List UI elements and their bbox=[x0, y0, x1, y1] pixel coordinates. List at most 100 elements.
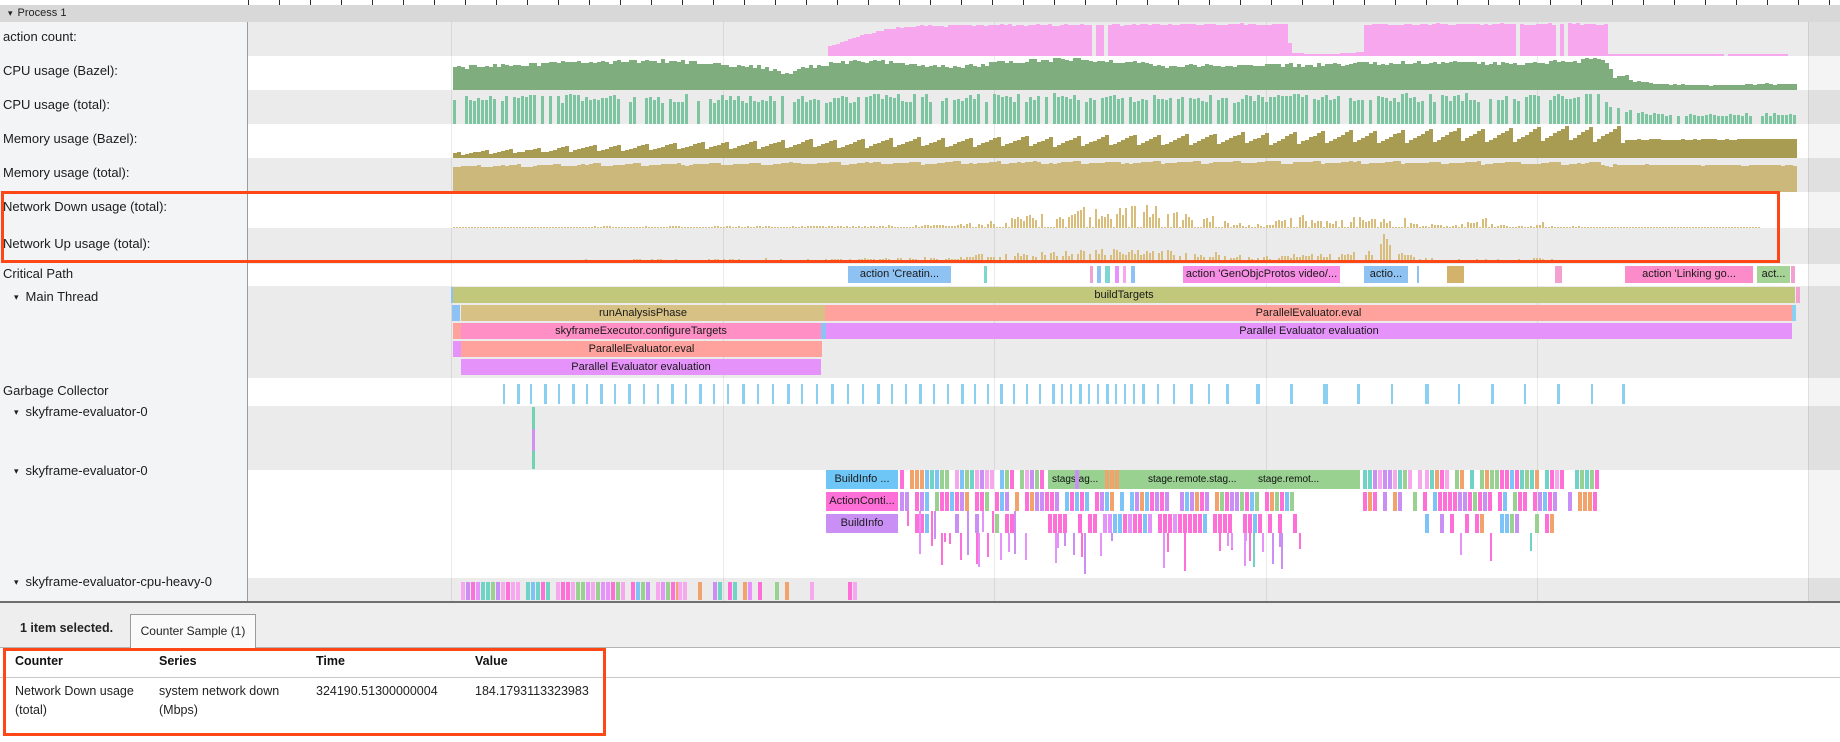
track-label[interactable]: Garbage Collector bbox=[3, 383, 109, 398]
span-tick bbox=[935, 492, 939, 511]
critical-path-span[interactable] bbox=[1105, 266, 1110, 283]
collapse-arrow-icon[interactable]: ▾ bbox=[14, 292, 19, 302]
trace-span-chip[interactable]: BuildInfo bbox=[826, 514, 898, 533]
track-label[interactable]: Memory usage (total): bbox=[3, 165, 129, 180]
track-label[interactable]: CPU usage (Bazel): bbox=[3, 63, 118, 78]
counter-bar bbox=[1441, 95, 1444, 124]
span-tick bbox=[1518, 492, 1522, 511]
track-label[interactable]: ▾skyframe-evaluator-cpu-heavy-0 bbox=[14, 574, 212, 589]
critical-path-span[interactable] bbox=[1090, 266, 1093, 283]
counter-bar bbox=[1225, 98, 1228, 124]
span-tick bbox=[1088, 514, 1092, 533]
main-thread-span[interactable]: Parallel Evaluator evaluation bbox=[826, 323, 1792, 339]
hanging-spike bbox=[1490, 533, 1492, 561]
track-label-text: action count: bbox=[3, 29, 77, 44]
track-label[interactable]: ▾Main Thread bbox=[14, 289, 98, 304]
span-tick bbox=[1035, 492, 1039, 511]
collapse-arrow-icon[interactable]: ▾ bbox=[14, 466, 19, 476]
critical-path-span[interactable]: action 'Creatin... bbox=[848, 266, 951, 283]
critical-path-span[interactable] bbox=[1097, 266, 1101, 283]
critical-path-span[interactable]: action 'Linking go... bbox=[1625, 266, 1753, 283]
span-tick bbox=[1105, 470, 1109, 489]
track-label[interactable]: Memory usage (Bazel): bbox=[3, 131, 137, 146]
gc-tick bbox=[628, 384, 631, 404]
counter-bar bbox=[1377, 96, 1380, 124]
collapse-arrow-icon[interactable]: ▾ bbox=[14, 407, 19, 417]
span-tick bbox=[1403, 470, 1407, 489]
span-tick bbox=[1290, 492, 1294, 511]
critical-path-span[interactable] bbox=[1447, 266, 1464, 283]
main-thread-span[interactable]: ParallelEvaluator.eval bbox=[825, 305, 1792, 321]
counter-bar bbox=[1165, 100, 1168, 124]
counter-bar bbox=[1589, 94, 1592, 124]
critical-path-span[interactable]: action 'GenObjcProtos video/... bbox=[1183, 266, 1340, 283]
main-thread-span[interactable]: skyframeExecutor.configureTargets bbox=[461, 323, 821, 339]
main-thread-span[interactable]: ParallelEvaluator.eval bbox=[461, 341, 822, 357]
span-tick bbox=[616, 582, 620, 600]
main-thread-span[interactable]: runAnalysisPhase bbox=[461, 305, 825, 321]
counter-bar bbox=[1201, 101, 1204, 124]
counter-bar bbox=[1261, 97, 1264, 124]
counter-bar bbox=[745, 103, 748, 124]
counter-bar bbox=[613, 95, 616, 124]
main-thread-span[interactable] bbox=[452, 305, 460, 321]
track-label[interactable]: Critical Path bbox=[3, 266, 73, 281]
span-tick bbox=[1093, 514, 1097, 533]
counter-bar bbox=[1609, 107, 1612, 124]
span-tick bbox=[1553, 492, 1557, 511]
track-action-count[interactable] bbox=[248, 22, 1840, 56]
counter-bar bbox=[525, 97, 528, 124]
main-thread-span[interactable] bbox=[1792, 305, 1796, 321]
span-tick bbox=[1198, 514, 1202, 533]
counter-bar bbox=[541, 96, 544, 124]
collapse-arrow-icon[interactable]: ▾ bbox=[14, 577, 19, 587]
critical-path-span[interactable] bbox=[1131, 266, 1135, 283]
track-cpu-usage-total[interactable] bbox=[248, 90, 1840, 124]
counter-bar bbox=[1100, 25, 1104, 56]
counter-bar bbox=[609, 96, 612, 124]
counter-bar bbox=[505, 96, 508, 124]
critical-path-span[interactable]: actio... bbox=[1364, 266, 1408, 283]
gc-tick bbox=[1088, 384, 1090, 404]
critical-path-span[interactable] bbox=[1123, 266, 1126, 283]
critical-path-span[interactable] bbox=[984, 266, 987, 283]
critical-path-span[interactable] bbox=[1417, 266, 1419, 283]
main-thread-span[interactable] bbox=[453, 323, 461, 339]
main-thread-span[interactable] bbox=[1796, 287, 1800, 303]
track-label[interactable]: CPU usage (total): bbox=[3, 97, 110, 112]
collapse-arrow-icon[interactable]: ▾ bbox=[8, 5, 13, 22]
tab-counter-sample[interactable]: Counter Sample (1) bbox=[130, 614, 256, 648]
critical-path-span[interactable] bbox=[1555, 266, 1562, 283]
span-tick bbox=[1025, 492, 1029, 511]
span-tick bbox=[1168, 514, 1172, 533]
main-thread-span[interactable]: Parallel Evaluator evaluation bbox=[461, 359, 821, 375]
counter-bar bbox=[1237, 102, 1240, 124]
span-tick bbox=[1005, 470, 1009, 489]
track-label[interactable]: ▾skyframe-evaluator-0 bbox=[14, 404, 148, 419]
trace-span-chip[interactable]: ActionConti... bbox=[826, 492, 898, 511]
track-cpu-usage-bazel[interactable] bbox=[248, 56, 1840, 90]
span-tick bbox=[1040, 492, 1044, 511]
span-tick bbox=[671, 582, 675, 600]
counter-bar bbox=[1597, 94, 1600, 124]
main-thread-span[interactable]: buildTargets bbox=[453, 287, 1795, 303]
process-header[interactable]: ▾Process 1 bbox=[0, 5, 1840, 23]
gc-tick bbox=[905, 384, 907, 404]
main-thread-span[interactable] bbox=[453, 341, 461, 357]
track-memory-usage-bazel[interactable] bbox=[248, 124, 1840, 158]
counter-bar bbox=[909, 102, 912, 124]
track-label[interactable]: action count: bbox=[3, 29, 77, 44]
critical-path-span[interactable] bbox=[1791, 266, 1795, 283]
span-tick bbox=[1413, 492, 1417, 511]
critical-path-span[interactable]: act... bbox=[1757, 266, 1790, 283]
track-memory-usage-total[interactable] bbox=[248, 158, 1840, 192]
span-tick bbox=[975, 492, 979, 511]
span-tick bbox=[1160, 492, 1164, 511]
critical-path-span[interactable] bbox=[1115, 266, 1119, 283]
span-tick bbox=[1510, 514, 1514, 533]
span-tick bbox=[1085, 492, 1089, 511]
counter-bar bbox=[1181, 97, 1184, 124]
trace-span-chip[interactable]: BuildInfo ... bbox=[826, 470, 898, 489]
track-label[interactable]: ▾skyframe-evaluator-0 bbox=[14, 463, 148, 478]
counter-bar bbox=[897, 94, 900, 124]
